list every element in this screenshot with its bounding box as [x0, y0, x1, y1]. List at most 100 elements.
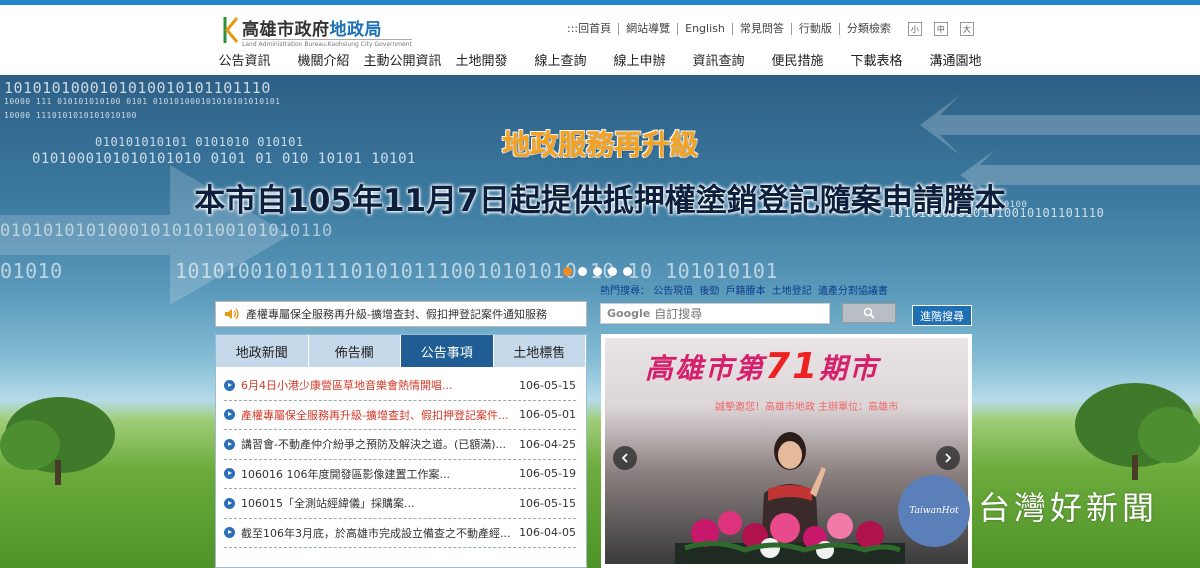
news-title[interactable]: 產權專屬保全服務再升級-擴增查封、假扣押登記案件... — [241, 407, 514, 423]
news-date: 106-05-01 — [519, 408, 576, 422]
carousel-subtitle: 誠摯邀您！高雄市地政 主辦單位：高雄市 — [715, 402, 899, 413]
news-date: 106-05-15 — [519, 496, 576, 510]
hot-search-term[interactable]: 土地登記 — [772, 286, 812, 297]
play-bullet-icon — [224, 409, 235, 421]
news-item[interactable]: 講習會-不動產仲介紛爭之預防及解決之道。(已額滿)... 106-04-25 — [224, 430, 576, 460]
nav-item-info-query[interactable]: 資訊查詢 — [679, 50, 758, 74]
site-logo[interactable]: 高雄市政府地政局 Land Administration Bureau,Kaoh… — [222, 15, 412, 51]
play-bullet-icon — [224, 497, 235, 509]
banner-dot[interactable] — [563, 267, 572, 276]
news-date: 106-05-15 — [519, 378, 576, 392]
nav-item-about[interactable]: 機關介紹 — [284, 50, 363, 74]
news-title[interactable]: 截至106年3月底，於高雄市完成設立備查之不動產經... — [241, 525, 514, 541]
news-item[interactable]: 106016 106年度開發區影像建置工作案... 106-05-19 — [224, 460, 576, 489]
hot-search-term[interactable]: 公告現值 — [653, 286, 693, 297]
font-size-controls: 小 中 大 — [907, 22, 974, 36]
utility-link-home[interactable]: :::回首頁 — [560, 23, 620, 35]
banner-headline-secondary: 本市自105年11月7日起提供抵押權塗銷登記隨案申請謄本 — [194, 183, 1006, 219]
news-list: 6月4日小港少康營區草地音樂會熱情開唱... 106-05-15 產權專屬保全服… — [216, 367, 586, 548]
tree-left-image — [0, 397, 115, 485]
search-button[interactable] — [842, 303, 896, 323]
news-title[interactable]: 6月4日小港少康營區草地音樂會熱情開唱... — [241, 377, 514, 393]
news-item[interactable]: 產權專屬保全服務再升級-擴增查封、假扣押登記案件... 106-05-01 — [224, 401, 576, 430]
nav-item-online-query[interactable]: 線上查詢 — [521, 50, 600, 74]
nav-item-land-development[interactable]: 土地開發 — [442, 50, 521, 74]
carousel-title: 高雄市第71期市 — [645, 346, 880, 387]
notice-text: 產權專屬保全服務再升級-擴增查封、假扣押登記案件通知服務 — [246, 308, 547, 321]
utility-link-english[interactable]: English — [678, 23, 733, 35]
news-date: 106-04-05 — [519, 526, 576, 540]
banner-dot[interactable] — [593, 267, 602, 276]
banner-dot[interactable] — [623, 267, 632, 276]
binary-line: 101010010101110101011100 — [175, 259, 476, 283]
site-header: 高雄市政府地政局 Land Administration Bureau,Kaoh… — [0, 5, 1200, 75]
hot-search-term[interactable]: 遺產分割協議書 — [818, 286, 888, 297]
news-panel: 地政新聞 佈告欄 公告事項 土地標售 6月4日小港少康營區草地音樂會熱情開唱..… — [215, 334, 587, 568]
nav-item-services[interactable]: 便民措施 — [758, 50, 837, 74]
advanced-search-button[interactable]: 進階搜尋 — [912, 305, 972, 326]
logo-title: 高雄市政府地政局 — [242, 20, 382, 40]
news-tabs: 地政新聞 佈告欄 公告事項 土地標售 — [216, 335, 586, 367]
tab-land-news[interactable]: 地政新聞 — [216, 335, 309, 367]
utility-link-category-search[interactable]: 分類檢索 — [840, 23, 898, 35]
banner-headline-primary: 地政服務再升級 — [501, 128, 698, 161]
banner-dot[interactable] — [608, 267, 617, 276]
tab-bulletin-board[interactable]: 佈告欄 — [308, 335, 401, 367]
news-item[interactable]: 6月4日小港少康營區草地音樂會熱情開唱... 106-05-15 — [224, 371, 576, 401]
google-brand: Google — [607, 307, 651, 320]
news-title[interactable]: 106015「全測站經緯儀」採購案... — [241, 495, 514, 511]
font-small-button[interactable]: 小 — [907, 22, 922, 36]
font-medium-button[interactable]: 中 — [933, 22, 948, 36]
utility-links: :::回首頁 網站導覽 English 常見問答 行動版 分類檢索 小 中 大 — [560, 21, 974, 37]
search-input[interactable]: Google 自訂搜尋 — [600, 303, 830, 324]
watermark: TaiwanHot 台灣好新聞 — [898, 475, 1198, 565]
chevron-left-icon — [621, 453, 628, 463]
font-large-button[interactable]: 大 — [959, 22, 974, 36]
nav-item-online-application[interactable]: 線上申辦 — [600, 50, 679, 74]
notice-marquee[interactable]: 產權專屬保全服務再升級-擴增查封、假扣押登記案件通知服務 — [215, 301, 587, 327]
play-bullet-icon — [224, 527, 235, 539]
hot-search-term[interactable]: 後勁 — [699, 286, 719, 297]
news-item[interactable]: 截至106年3月底，於高雄市完成設立備查之不動產經... 106-04-05 — [224, 519, 576, 548]
binary-line: 10000 1110101010101010100 — [4, 111, 137, 120]
utility-link-mobile[interactable]: 行動版 — [792, 23, 840, 35]
binary-line: 01010 — [0, 259, 63, 283]
tree-right-image — [1075, 383, 1200, 480]
play-bullet-icon — [224, 379, 235, 391]
binary-line: 10000 111 010101010100 0101 010101000101… — [4, 97, 281, 106]
speaker-icon — [225, 308, 239, 320]
binary-line: 0101010101000101010100101010110 — [0, 221, 333, 241]
watermark-logo: TaiwanHot — [898, 475, 970, 547]
chevron-right-icon — [945, 453, 952, 463]
banner-dot[interactable] — [578, 267, 587, 276]
nav-item-announcements[interactable]: 公告資訊 — [205, 50, 284, 74]
news-date: 106-04-25 — [519, 437, 576, 451]
play-bullet-icon — [224, 438, 235, 450]
main-nav: 公告資訊 機關介紹 主動公開資訊 土地開發 線上查詢 線上申辦 資訊查詢 便民措… — [205, 50, 995, 74]
nav-item-open-info[interactable]: 主動公開資訊 — [363, 50, 442, 74]
news-date: 106-05-19 — [519, 467, 576, 481]
play-bullet-icon — [224, 468, 235, 480]
news-title[interactable]: 講習會-不動產仲介紛爭之預防及解決之道。(已額滿)... — [241, 436, 514, 452]
carousel-prev-button[interactable] — [613, 446, 637, 470]
nav-item-download-forms[interactable]: 下載表格 — [837, 50, 916, 74]
search-placeholder: 自訂搜尋 — [654, 307, 703, 321]
logo-subtitle: Land Administration Bureau,Kaohsiung Cit… — [242, 39, 412, 48]
nav-item-communication[interactable]: 溝通園地 — [916, 50, 995, 74]
search-icon — [863, 307, 875, 319]
watermark-text: 台灣好新聞 — [978, 489, 1159, 527]
hot-search: 熱門搜尋： 公告現值 後勁 戶籍謄本 土地登記 遺產分割協議書 — [600, 282, 891, 297]
hot-search-term[interactable]: 戶籍謄本 — [726, 286, 766, 297]
flower-arrangement-image — [675, 511, 905, 564]
banner-pagination — [563, 267, 632, 276]
utility-link-sitemap[interactable]: 網站導覽 — [619, 23, 679, 35]
hot-search-label: 熱門搜尋： — [600, 286, 650, 297]
tab-land-auction[interactable]: 土地標售 — [493, 335, 586, 367]
logo-mark-icon — [223, 17, 239, 43]
news-item[interactable]: 106015「全測站經緯儀」採購案... 106-05-15 — [224, 489, 576, 519]
utility-link-faq[interactable]: 常見問答 — [733, 23, 792, 35]
carousel-next-button[interactable] — [936, 446, 960, 470]
hero-banner: 1010101000101010010101101110 10000 111 0… — [0, 75, 1200, 568]
tab-announcements[interactable]: 公告事項 — [401, 335, 494, 367]
news-title[interactable]: 106016 106年度開發區影像建置工作案... — [241, 466, 514, 482]
